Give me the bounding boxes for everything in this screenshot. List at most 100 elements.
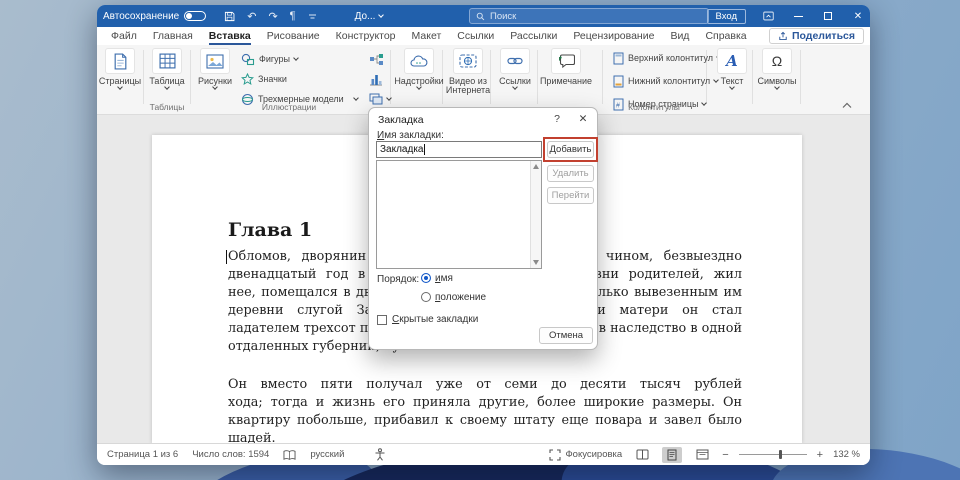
web-layout-icon[interactable]: [692, 447, 712, 463]
minimize-button[interactable]: [790, 8, 806, 24]
smartart-button[interactable]: [369, 51, 384, 67]
autosave-toggle[interactable]: Автосохранение: [103, 11, 206, 22]
toggle-off-icon[interactable]: [184, 11, 206, 21]
goto-button[interactable]: Перейти: [547, 187, 594, 204]
proofing-icon[interactable]: [283, 449, 296, 461]
paragraph-2: Он вместо пяти получал уже от семи до де…: [228, 376, 742, 448]
zoom-out-button[interactable]: −: [722, 449, 728, 461]
links-button[interactable]: Ссылки: [495, 48, 535, 89]
bookmark-name-input[interactable]: Закладка: [376, 141, 542, 158]
chevron-down-icon: [353, 95, 359, 101]
radio-selected-icon: [421, 273, 431, 283]
customize-quick-access-icon[interactable]: [308, 13, 317, 20]
dialog-title: Закладка: [378, 114, 424, 126]
language-indicator[interactable]: русский: [310, 449, 344, 460]
document-title-menu[interactable]: До...: [355, 11, 384, 22]
doc-line: хода; тогда и жизнь его приняла другие, …: [228, 394, 742, 412]
tab-draw[interactable]: Рисование: [259, 28, 328, 44]
group-label-illustrations: Иллюстрации: [262, 102, 316, 112]
tab-mailings[interactable]: Рассылки: [502, 28, 565, 44]
close-button[interactable]: ✕: [850, 8, 866, 24]
tab-file[interactable]: Файл: [103, 28, 145, 44]
table-button[interactable]: Таблица: [147, 48, 187, 89]
tab-layout[interactable]: Макет: [404, 28, 450, 44]
page-indicator[interactable]: Страница 1 из 6: [107, 449, 178, 460]
footer-button[interactable]: Нижний колонтитул: [613, 73, 718, 89]
list-scrollbar[interactable]: [530, 161, 541, 268]
document-title: До...: [355, 11, 376, 22]
collapse-ribbon-icon[interactable]: [842, 102, 852, 110]
tab-help[interactable]: Справка: [697, 28, 754, 44]
ribbon-tabs: Файл Главная Вставка Рисование Конструкт…: [97, 27, 870, 45]
dialog-close-icon[interactable]: ✕: [576, 113, 590, 125]
pages-button[interactable]: Страницы: [100, 48, 140, 89]
tab-design[interactable]: Конструктор: [328, 28, 404, 44]
focus-mode-button[interactable]: Фокусировка: [549, 449, 622, 461]
desktop-wallpaper: Автосохранение ↶ ↷ ¶ До...: [0, 0, 960, 480]
tab-home[interactable]: Главная: [145, 28, 201, 44]
delete-button[interactable]: Удалить: [547, 165, 594, 182]
zoom-level[interactable]: 132 %: [833, 449, 860, 460]
signin-button[interactable]: Вход: [707, 9, 747, 24]
shapes-icon: [241, 53, 255, 66]
addins-button[interactable]: Надстройки: [399, 48, 439, 89]
sort-by-name-label: имя: [435, 273, 453, 284]
link-icon: [500, 48, 530, 74]
zoom-slider-thumb[interactable]: [779, 450, 782, 459]
zoom-slider[interactable]: [739, 454, 807, 455]
ribbon-display-options-icon[interactable]: [760, 8, 776, 24]
maximize-button[interactable]: [820, 8, 836, 24]
sort-by-name-radio[interactable]: имя: [421, 273, 453, 284]
undo-icon[interactable]: ↶: [247, 10, 256, 23]
shapes-label: Фигуры: [259, 54, 290, 64]
read-mode-icon[interactable]: [632, 447, 652, 463]
print-layout-icon[interactable]: [662, 447, 682, 463]
save-icon[interactable]: [224, 11, 235, 22]
pages-icon: [105, 48, 135, 74]
tab-review[interactable]: Рецензирование: [565, 28, 662, 44]
group-label-tables: Таблицы: [150, 102, 185, 112]
scroll-up-icon[interactable]: [533, 164, 539, 169]
share-icon: [778, 31, 788, 41]
word-count[interactable]: Число слов: 1594: [192, 449, 269, 460]
accessibility-icon[interactable]: [374, 448, 386, 461]
screenshot-button[interactable]: [369, 91, 391, 107]
tab-view[interactable]: Вид: [662, 28, 697, 44]
focus-label: Фокусировка: [565, 449, 622, 460]
text-button[interactable]: А Текст: [712, 48, 752, 89]
header-button[interactable]: Верхний колонтитул: [613, 50, 721, 66]
header-label: Верхний колонтитул: [628, 53, 713, 63]
group-label-headerfooter: Колонтитулы: [628, 102, 680, 112]
chart-button[interactable]: [369, 71, 383, 87]
redo-icon[interactable]: ↷: [268, 10, 277, 23]
cancel-button[interactable]: Отмена: [539, 327, 593, 344]
input-cursor: [424, 144, 425, 155]
search-input[interactable]: Поиск: [469, 8, 709, 24]
scroll-down-icon[interactable]: [533, 260, 539, 265]
tab-insert[interactable]: Вставка: [201, 28, 259, 44]
shapes-button[interactable]: Фигуры: [241, 51, 298, 67]
symbols-button[interactable]: Ω Символы: [757, 48, 797, 89]
pilcrow-icon[interactable]: ¶: [290, 10, 296, 22]
dialog-help-icon[interactable]: ?: [550, 113, 564, 125]
red-annotation-box: [543, 137, 598, 162]
pictures-icon: [200, 48, 230, 74]
icons-button[interactable]: Значки: [241, 71, 287, 87]
pictures-button[interactable]: Рисунки: [195, 48, 235, 89]
sort-order-label: Порядок:: [377, 274, 419, 285]
hidden-bookmarks-checkbox[interactable]: Скрытые закладки: [377, 314, 478, 325]
share-button[interactable]: Поделиться: [769, 28, 864, 44]
online-video-button[interactable]: Видео из Интернета: [445, 48, 491, 95]
autosave-label: Автосохранение: [103, 11, 179, 22]
ribbon: Страницы Таблица Рисунки: [97, 45, 870, 115]
3d-models-icon: [241, 93, 254, 106]
zoom-in-button[interactable]: +: [817, 449, 823, 461]
comment-button[interactable]: Примечание: [541, 48, 591, 86]
page-number-icon: #: [613, 98, 624, 111]
tab-references[interactable]: Ссылки: [449, 28, 502, 44]
footer-label: Нижний колонтитул: [628, 76, 710, 86]
focus-icon: [549, 449, 561, 461]
sort-by-position-radio[interactable]: положение: [421, 292, 486, 303]
online-video-label2: Интернета: [446, 85, 490, 95]
bookmark-list[interactable]: [376, 160, 542, 269]
